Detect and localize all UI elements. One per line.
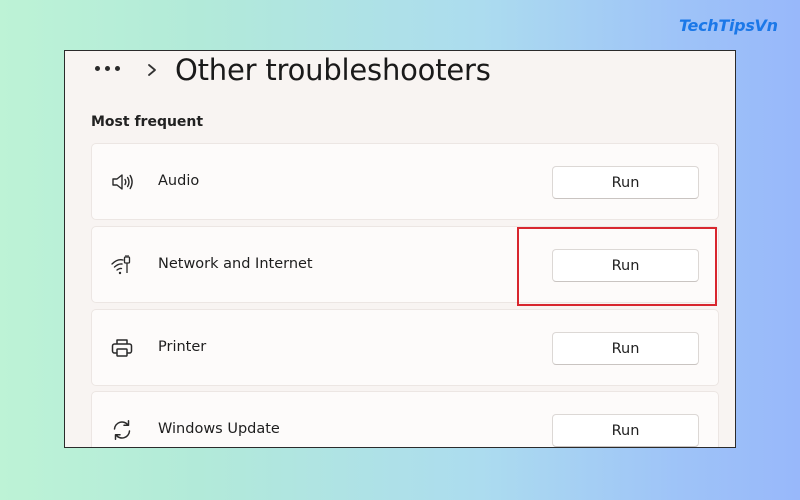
techtipsvn-watermark: TechTipsVn <box>679 16 778 35</box>
highlight-annotation-box <box>517 227 717 306</box>
troubleshooter-windows-update: Windows Update Run <box>91 391 719 447</box>
section-label-most-frequent: Most frequent <box>91 114 204 130</box>
run-audio-button[interactable]: Run <box>552 166 699 199</box>
run-printer-button[interactable]: Run <box>552 332 699 365</box>
run-windows-update-button[interactable]: Run <box>552 414 699 447</box>
more-dots-icon[interactable] <box>93 61 127 77</box>
troubleshooter-audio: Audio Run <box>91 143 719 220</box>
page-header: Other troubleshooters <box>65 51 735 97</box>
wifi-icon <box>111 255 131 275</box>
troubleshooter-label: Windows Update <box>158 421 280 437</box>
chevron-right-icon <box>148 64 156 76</box>
troubleshooters-window: Other troubleshooters Most frequent Audi… <box>64 50 736 448</box>
troubleshooter-printer: Printer Run <box>91 309 719 386</box>
page-title: Other troubleshooters <box>175 53 491 87</box>
troubleshooter-label: Audio <box>158 173 200 189</box>
printer-icon <box>111 339 133 357</box>
troubleshooter-label: Printer <box>158 339 207 355</box>
refresh-icon <box>113 420 131 440</box>
speaker-icon <box>112 174 133 190</box>
troubleshooter-label: Network and Internet <box>158 256 313 272</box>
